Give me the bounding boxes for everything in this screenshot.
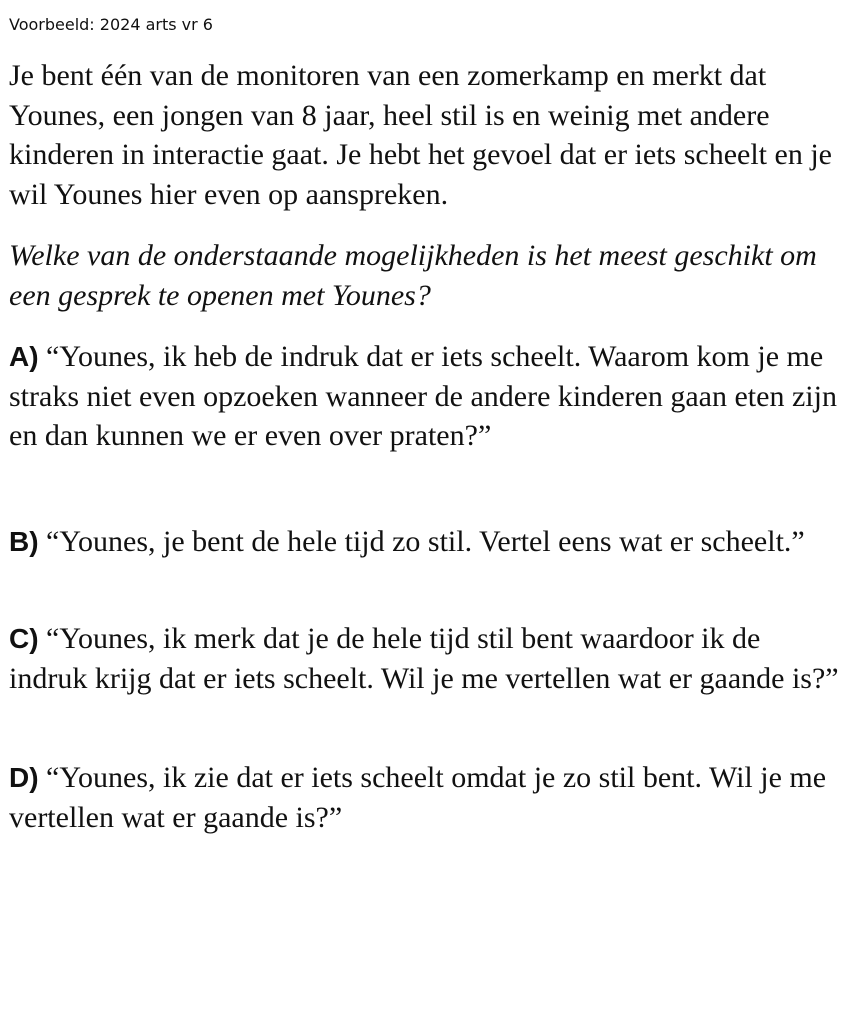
option-text: “Younes, ik zie dat er iets scheelt omda… bbox=[9, 761, 827, 834]
answer-option-c: C) “Younes, ik merk dat je de hele tijd … bbox=[9, 619, 839, 698]
option-text: “Younes, ik merk dat je de hele tijd sti… bbox=[9, 622, 839, 695]
option-letter: B) bbox=[9, 525, 39, 557]
source-label: Voorbeeld: 2024 arts vr 6 bbox=[9, 15, 213, 34]
question-prompt: Welke van de onderstaande mogelijkheden … bbox=[9, 239, 817, 312]
option-text: “Younes, ik heb de indruk dat er iets sc… bbox=[9, 340, 837, 452]
option-text: “Younes, je bent de hele tijd zo stil. V… bbox=[46, 524, 805, 558]
scenario-text: Je bent één van de monitoren van een zom… bbox=[9, 59, 832, 211]
answer-option-a: A) “Younes, ik heb de indruk dat er iets… bbox=[9, 337, 839, 456]
option-letter: C) bbox=[9, 623, 39, 654]
option-letter: D) bbox=[9, 762, 39, 793]
answer-option-d: D) “Younes, ik zie dat er iets scheelt o… bbox=[9, 758, 839, 837]
option-letter: A) bbox=[9, 341, 39, 372]
question-document: Je bent één van de monitoren van een zom… bbox=[9, 56, 839, 837]
answer-option-b: B) “Younes, je bent de hele tijd zo stil… bbox=[9, 522, 839, 562]
